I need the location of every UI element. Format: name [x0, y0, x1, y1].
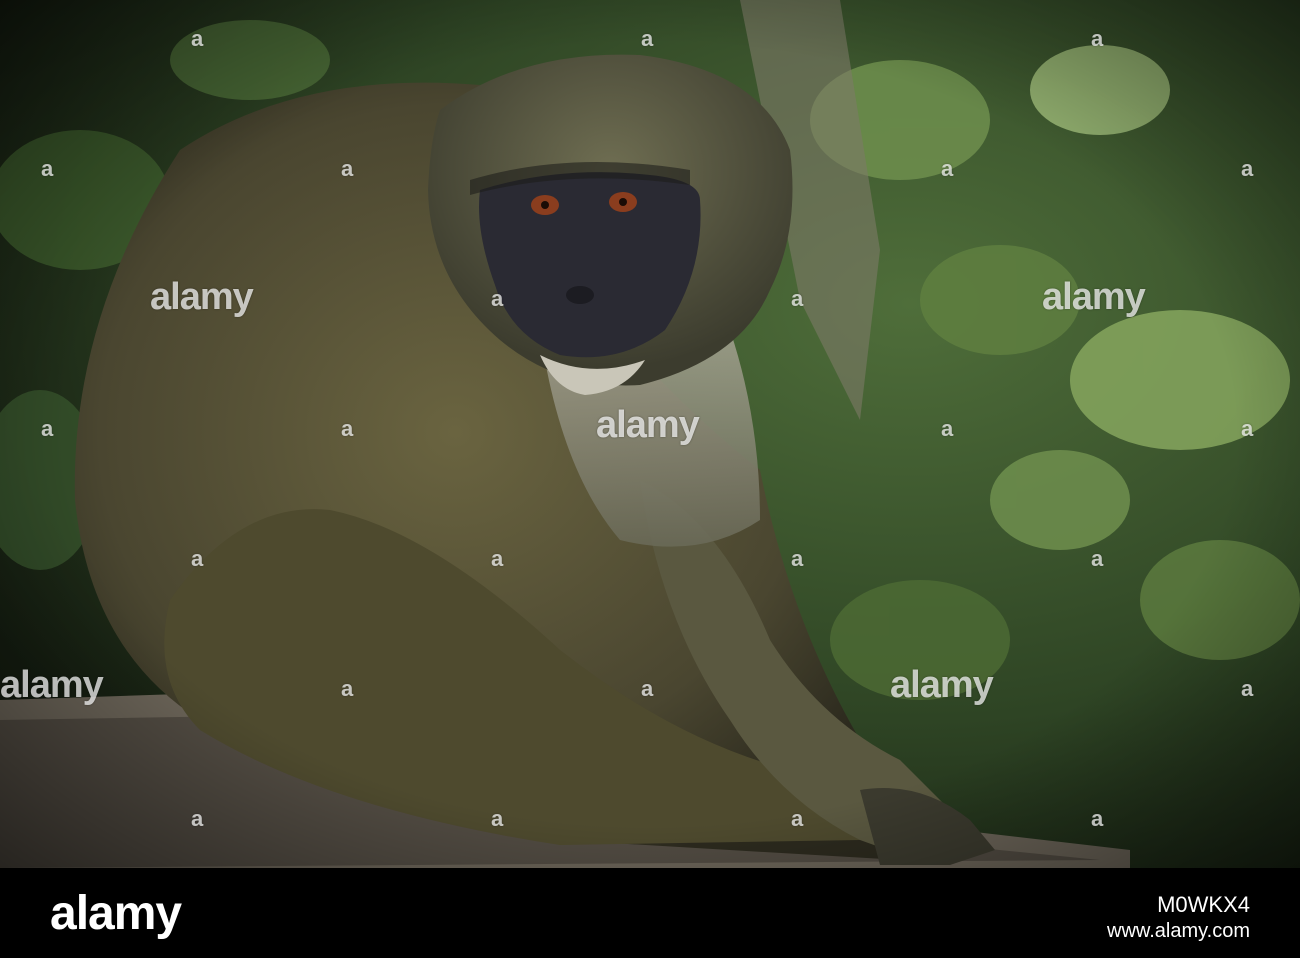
footer-bar: alamy M0WKX4 www.alamy.com	[0, 868, 1300, 958]
image-info: M0WKX4 www.alamy.com	[1107, 892, 1250, 944]
image-id: M0WKX4	[1157, 892, 1250, 917]
alamy-logo[interactable]: alamy	[50, 886, 182, 941]
photo: alamy alamy alamy alamy alamy a a a a a …	[0, 0, 1300, 868]
monkey-photo	[0, 0, 1300, 868]
site-url[interactable]: www.alamy.com	[1107, 918, 1250, 944]
